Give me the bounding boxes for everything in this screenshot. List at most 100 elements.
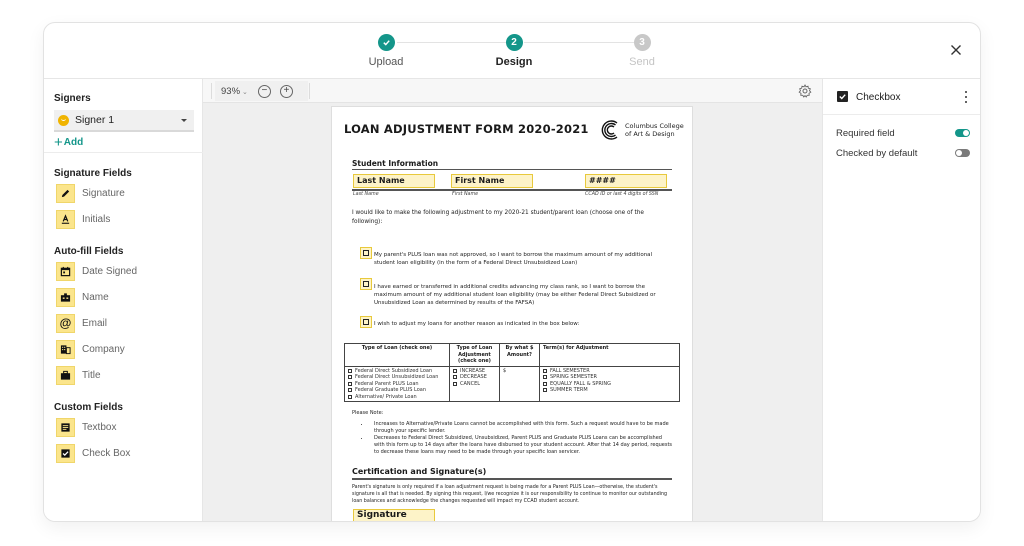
option-text: My parent's PLUS loan was not approved, …: [374, 252, 653, 266]
initials-icon: [56, 209, 75, 229]
document-title: LOAN ADJUSTMENT FORM 2020-2021: [344, 122, 589, 136]
chevron-down-icon: ⌄: [242, 88, 248, 96]
signature-field[interactable]: Signature: [353, 509, 435, 521]
field-date-signed[interactable]: Date Signed: [56, 261, 137, 281]
user-avatar-icon: [58, 114, 69, 126]
settings-button[interactable]: [798, 84, 812, 98]
checkbox-square-icon: [543, 368, 547, 373]
field-textbox[interactable]: Textbox: [56, 417, 116, 437]
caption: First Name: [452, 192, 479, 197]
kebab-dot: [965, 91, 967, 93]
more-options-button[interactable]: [962, 90, 970, 104]
field-name[interactable]: Name: [56, 287, 109, 307]
add-signer-button[interactable]: + Add: [54, 133, 84, 151]
at-sign-icon: @: [56, 313, 75, 333]
toggle-knob: [956, 150, 962, 156]
checkbox-square-icon: [543, 381, 547, 386]
field-title[interactable]: Title: [56, 365, 101, 385]
divider: [352, 169, 672, 170]
caret-down-icon: [181, 119, 187, 122]
terms-cell: FALL SEMESTER SPRING SEMESTER EQUALLY FA…: [539, 365, 680, 402]
briefcase-icon: [56, 365, 75, 385]
signer-name: Signer 1: [75, 114, 115, 126]
add-label: Add: [63, 137, 84, 148]
logo-line: Columbus College: [625, 122, 684, 130]
signature-fields-heading: Signature Fields: [54, 168, 132, 179]
loan-type-option[interactable]: Alternative/ Private Loan: [348, 394, 446, 401]
loan-type-cell: Federal Direct Subsidized Loan Federal D…: [344, 365, 450, 402]
option-checkbox[interactable]: [360, 316, 372, 328]
document-page: LOAN ADJUSTMENT FORM 2020-2021 Columbus …: [331, 106, 693, 521]
field-email[interactable]: @ Email: [56, 313, 107, 333]
id-badge-icon: [56, 287, 75, 307]
option-checkbox[interactable]: [360, 278, 372, 290]
adjustment-option[interactable]: CANCEL: [453, 381, 496, 388]
minus-icon: −: [261, 85, 268, 96]
field-label: Company: [82, 343, 125, 355]
option-label: SUMMER TERM: [550, 387, 588, 393]
step-send[interactable]: 3 Send: [602, 34, 682, 68]
field-label: Signature: [82, 187, 125, 199]
student-info-heading: Student Information: [352, 159, 439, 168]
last-name-field[interactable]: Last Name: [353, 174, 435, 188]
option-label: CANCEL: [460, 380, 481, 387]
field-label: Check Box: [82, 447, 131, 459]
step-upload[interactable]: Upload: [346, 34, 426, 68]
plus-icon: +: [283, 85, 290, 96]
close-icon: [951, 45, 961, 55]
signer-dropdown[interactable]: Signer 1: [54, 110, 194, 132]
option-label: Alternative/ Private Loan: [355, 393, 417, 400]
table-header: Term(s) for Adjustment: [539, 343, 680, 367]
field-company[interactable]: Company: [56, 339, 125, 359]
required-field-toggle[interactable]: [955, 129, 970, 137]
option-text: I wish to adjust my loans for another re…: [374, 321, 580, 327]
checkbox-square-icon: [348, 394, 352, 399]
checkbox-square-icon: [363, 250, 369, 256]
checked-by-default-row: Checked by default: [836, 146, 970, 160]
field-label: Textbox: [82, 421, 117, 433]
zoom-controls: 93% ⌄ − +: [215, 81, 308, 101]
textbox-icon: [56, 417, 75, 437]
first-name-field[interactable]: First Name: [451, 174, 533, 188]
divider: [309, 83, 310, 99]
student-id-field[interactable]: ####: [585, 174, 667, 188]
checkbox-square-icon: [348, 388, 352, 393]
fields-sidebar: Signers Signer 1 + Add Signature Fields …: [44, 79, 203, 521]
checkbox-square-icon: [543, 375, 547, 380]
logo-text: Columbus College of Art & Design: [625, 122, 684, 138]
field-label: Date Signed: [82, 265, 138, 277]
checked-by-default-toggle[interactable]: [955, 149, 970, 157]
table-header: Type of Loan (check one): [344, 343, 450, 367]
plus-icon: +: [54, 133, 63, 151]
option-label: Checked by default: [836, 147, 918, 159]
checkbox-icon: [837, 91, 848, 102]
zoom-level-dropdown[interactable]: 93% ⌄: [221, 86, 248, 97]
field-check-box[interactable]: Check Box: [56, 443, 130, 463]
field-signature[interactable]: Signature: [56, 183, 125, 203]
checkbox-square-icon: [543, 388, 547, 393]
field-initials[interactable]: Initials: [56, 209, 110, 229]
checkbox-icon: [56, 443, 75, 463]
term-option[interactable]: SUMMER TERM: [543, 387, 676, 394]
close-button[interactable]: [946, 40, 966, 60]
step-design[interactable]: 2 Design: [474, 34, 554, 68]
field-properties-panel: Checkbox Required field Checked by defau…: [822, 79, 980, 521]
step-label: Upload: [368, 56, 404, 68]
option-checkbox[interactable]: [360, 247, 372, 259]
zoom-in-button[interactable]: +: [279, 84, 293, 98]
document-canvas: 93%⌄ − + LOAN ADJUSTMENT FORM 2020-2021: [203, 79, 822, 521]
checkbox-square-icon: [348, 375, 352, 380]
caption: Last Name: [353, 192, 379, 197]
field-label: Initials: [82, 213, 111, 225]
field-label: Email: [82, 317, 108, 329]
adjustment-cell: INCREASE DECREASE CANCEL: [449, 365, 500, 402]
note-item: Increases to Alternative/Private Loans c…: [370, 421, 674, 435]
caption: CCAD ID or last 4 digits of SSN: [585, 192, 659, 197]
signers-heading: Signers: [54, 93, 91, 104]
certification-text: Parent's signature is only required if a…: [352, 485, 668, 504]
zoom-out-button[interactable]: −: [257, 84, 271, 98]
table-header: Type of Loan Adjustment (check one): [449, 343, 500, 367]
checkbox-square-icon: [453, 381, 457, 386]
step-label: Design: [495, 56, 533, 68]
check-icon: [377, 34, 395, 51]
